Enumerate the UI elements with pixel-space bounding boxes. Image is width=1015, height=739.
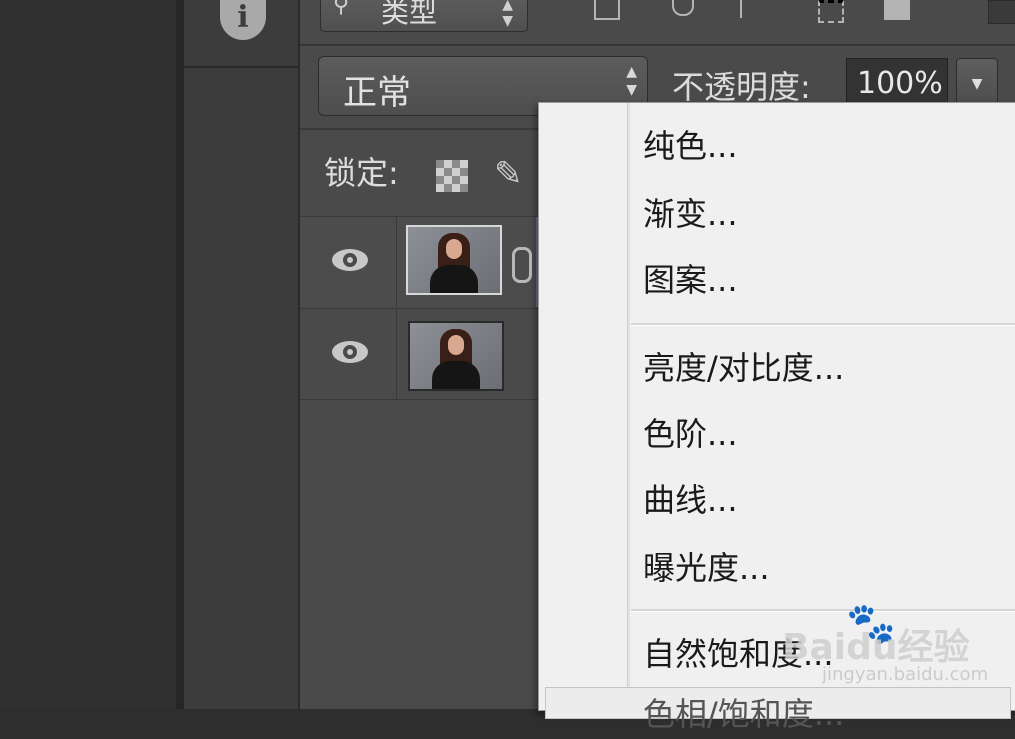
- search-icon: ⚲: [333, 0, 350, 18]
- filter-toggle-icon[interactable]: [988, 0, 1015, 24]
- visibility-toggle[interactable]: [300, 309, 397, 399]
- portrait-face: [448, 335, 464, 355]
- menu-icon-gutter: [627, 103, 630, 710]
- baidu-watermark: 🐾 Baidu经验 jingyan.baidu.com: [782, 600, 1012, 700]
- lock-image-pixels-icon[interactable]: ✎: [494, 154, 538, 198]
- info-icon[interactable]: i: [220, 0, 266, 40]
- dock-separator: [184, 66, 298, 68]
- workspace-left: [0, 0, 182, 709]
- blend-mode-value: 正常: [343, 73, 411, 113]
- workspace-divider: [176, 0, 184, 709]
- smart-object-filter-icon[interactable]: [884, 0, 910, 20]
- menu-item-brightness-contrast[interactable]: 亮度/对比度...: [643, 343, 1003, 393]
- type-layer-filter-icon[interactable]: [740, 0, 742, 18]
- eye-icon: [332, 341, 368, 363]
- menu-item-levels[interactable]: 色阶...: [643, 409, 1003, 459]
- pixel-layer-filter-icon[interactable]: [594, 0, 620, 20]
- chevron-updown-icon: ▲ ▼: [626, 64, 637, 98]
- lock-label: 锁定:: [324, 154, 399, 192]
- shape-layer-filter-icon[interactable]: [818, 0, 844, 23]
- layer-thumbnail[interactable]: [406, 225, 502, 295]
- portrait-body: [432, 361, 480, 389]
- portrait-body: [430, 265, 478, 293]
- panel-dock: i: [184, 0, 300, 709]
- portrait-face: [446, 239, 462, 259]
- visibility-toggle[interactable]: [300, 217, 397, 307]
- menu-item-exposure[interactable]: 曝光度...: [643, 543, 1003, 593]
- watermark-brand: Baidu经验: [782, 627, 970, 668]
- filter-type-dropdown[interactable]: ⚲ 类型 ▲ ▼: [320, 0, 528, 32]
- eye-icon: [332, 249, 368, 271]
- lock-transparency-icon[interactable]: [436, 160, 468, 192]
- menu-separator: [631, 323, 1015, 326]
- chevron-updown-icon: ▲ ▼: [502, 0, 513, 29]
- filter-type-label: 类型: [381, 0, 438, 29]
- menu-item-curves[interactable]: 曲线...: [643, 475, 1003, 525]
- menu-item-pattern[interactable]: 图案...: [643, 255, 1003, 305]
- menu-item-gradient[interactable]: 渐变...: [643, 189, 1003, 239]
- menu-item-solid-color[interactable]: 纯色...: [643, 121, 1003, 171]
- chain-link-icon[interactable]: [512, 247, 532, 283]
- adjustment-layer-filter-icon[interactable]: [672, 0, 694, 16]
- layer-thumbnail[interactable]: [408, 321, 504, 391]
- layer-filter-row: ⚲ 类型 ▲ ▼: [300, 0, 1015, 46]
- watermark-url: jingyan.baidu.com: [822, 664, 989, 685]
